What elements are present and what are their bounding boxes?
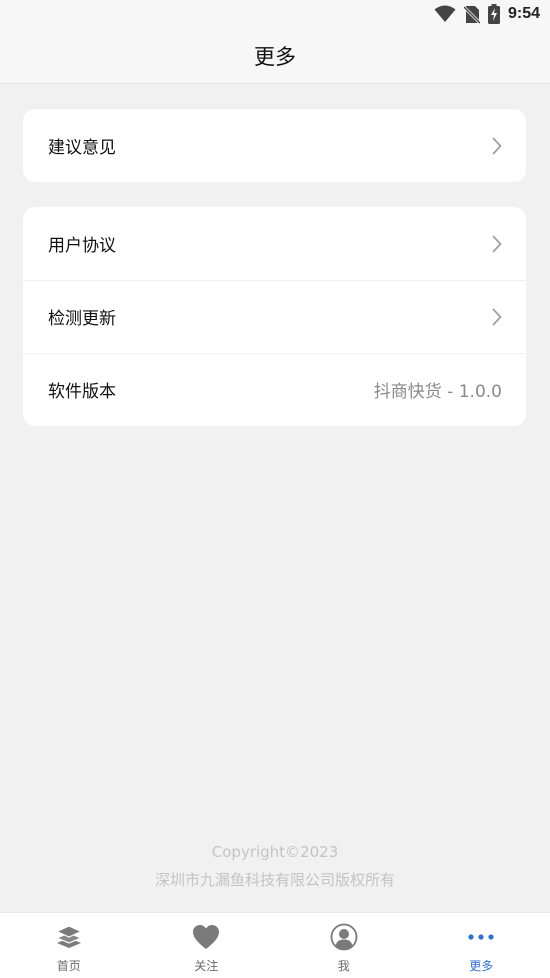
tab-home-label: 首页 <box>56 959 81 973</box>
tab-me-label: 我 <box>337 959 350 973</box>
user-agreement-row[interactable]: 用户协议 <box>23 207 526 280</box>
software-version-label: 软件版本 <box>48 382 116 402</box>
status-bar: 9:54 <box>0 0 550 28</box>
more-dots-icon <box>468 934 494 940</box>
page-title: 更多 <box>254 44 296 69</box>
bottom-tab-bar: 首页 关注 我 更多 <box>0 912 550 978</box>
tab-more-label: 更多 <box>469 959 494 973</box>
status-time: 9:54 <box>507 5 540 22</box>
tab-follow-label: 关注 <box>194 959 219 973</box>
no-sim-icon <box>463 5 480 24</box>
company-text: 深圳市九漏鱼科技有限公司版权所有 <box>154 871 395 889</box>
footer: Copyright©2023 深圳市九漏鱼科技有限公司版权所有 <box>0 838 550 894</box>
user-agreement-label: 用户协议 <box>48 236 116 256</box>
settings-card: 用户协议 检测更新 软件版本 抖商快货 - 1.0.0 <box>23 207 526 426</box>
chevron-right-icon <box>492 308 502 325</box>
software-version-row: 软件版本 抖商快货 - 1.0.0 <box>23 353 526 426</box>
copyright-text: Copyright©2023 <box>211 843 339 861</box>
check-update-label: 检测更新 <box>48 309 116 329</box>
tab-home[interactable]: 首页 <box>0 913 138 978</box>
feedback-label: 建议意见 <box>48 138 116 158</box>
chevron-right-icon <box>492 137 502 154</box>
heart-icon <box>193 925 220 949</box>
tab-me[interactable]: 我 <box>275 913 413 978</box>
software-version-value: 抖商快货 - 1.0.0 <box>373 382 502 402</box>
battery-charging-icon <box>487 4 500 24</box>
user-icon <box>330 923 358 951</box>
check-update-row[interactable]: 检测更新 <box>23 280 526 353</box>
feedback-card: 建议意见 <box>23 109 526 182</box>
feedback-row[interactable]: 建议意见 <box>23 109 526 182</box>
layers-icon <box>55 925 83 948</box>
tab-more[interactable]: 更多 <box>413 913 550 978</box>
page-header: 更多 <box>0 28 550 84</box>
chevron-right-icon <box>492 235 502 252</box>
wifi-icon <box>434 5 456 22</box>
tab-follow[interactable]: 关注 <box>138 913 276 978</box>
